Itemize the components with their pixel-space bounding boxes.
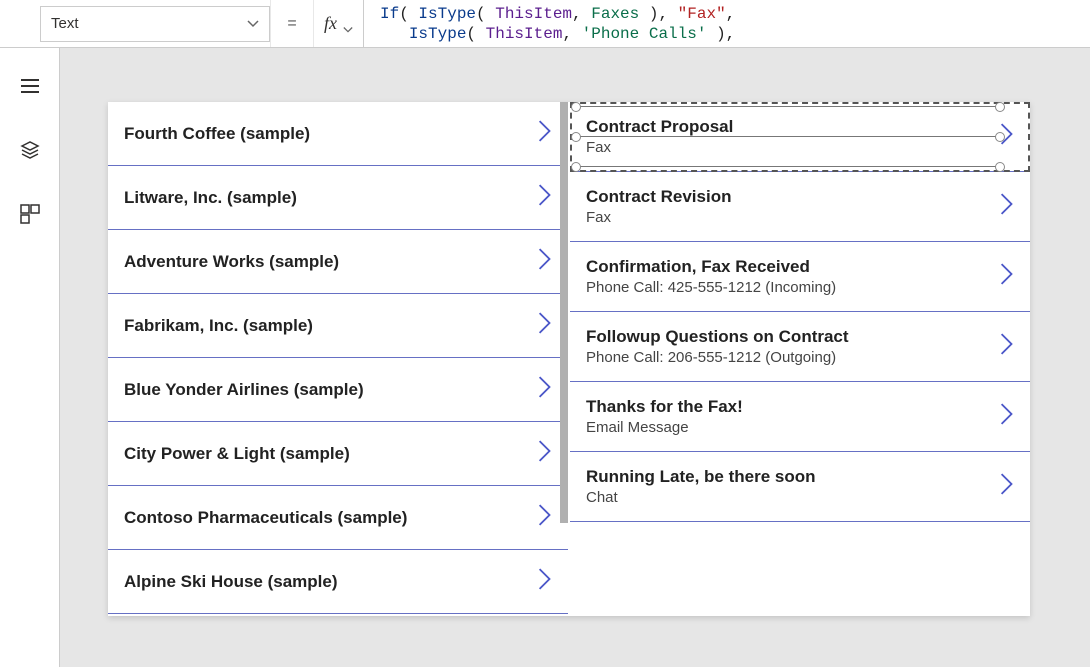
resize-guide <box>576 166 1000 167</box>
chevron-right-icon[interactable] <box>536 309 554 342</box>
activity-title: Contract Revision <box>586 187 731 207</box>
account-label: Litware, Inc. (sample) <box>124 188 297 208</box>
fx-label: fx <box>324 13 337 34</box>
app-screen: Fourth Coffee (sample) Litware, Inc. (sam… <box>108 102 1030 616</box>
activity-subtitle: Chat <box>586 489 816 506</box>
hamburger-icon[interactable] <box>16 72 44 100</box>
activity-title: Confirmation, Fax Received <box>586 257 836 277</box>
resize-handle[interactable] <box>571 162 581 172</box>
resize-handle[interactable] <box>995 132 1005 142</box>
account-label: Contoso Pharmaceuticals (sample) <box>124 508 407 528</box>
activity-title: Contract Proposal <box>586 117 733 137</box>
account-row[interactable]: Blue Yonder Airlines (sample) <box>108 358 568 422</box>
chevron-right-icon[interactable] <box>536 245 554 278</box>
formula-input[interactable]: If( IsType( ThisItem, Faxes ), "Fax", Is… <box>364 0 1090 47</box>
resize-guide <box>576 106 1000 107</box>
account-label: Blue Yonder Airlines (sample) <box>124 380 364 400</box>
scrollbar[interactable] <box>560 102 568 523</box>
activity-row[interactable]: Followup Questions on Contract Phone Call… <box>570 312 1030 382</box>
chevron-right-icon[interactable] <box>536 565 554 598</box>
fx-button[interactable]: fx <box>314 0 364 47</box>
activity-subtitle: Phone Call: 425-555-1212 (Incoming) <box>586 279 836 296</box>
resize-guide <box>576 136 1000 137</box>
chevron-right-icon[interactable] <box>998 190 1016 223</box>
account-label: Alpine Ski House (sample) <box>124 572 338 592</box>
activities-gallery[interactable]: Contract Proposal Fax Contract Revision Fax… <box>570 102 1030 616</box>
account-row[interactable]: City Power & Light (sample) <box>108 422 568 486</box>
resize-handle[interactable] <box>995 162 1005 172</box>
components-icon[interactable] <box>16 200 44 228</box>
resize-handle[interactable] <box>995 102 1005 112</box>
activity-subtitle: Phone Call: 206-555-1212 (Outgoing) <box>586 349 849 366</box>
chevron-right-icon[interactable] <box>998 400 1016 433</box>
account-row[interactable]: Fourth Coffee (sample) <box>108 102 568 166</box>
resize-handle[interactable] <box>571 102 581 112</box>
activity-title: Running Late, be there soon <box>586 467 816 487</box>
activity-subtitle: Fax <box>586 139 733 156</box>
account-row[interactable]: Adventure Works (sample) <box>108 230 568 294</box>
account-row[interactable]: Litware, Inc. (sample) <box>108 166 568 230</box>
chevron-down-icon <box>247 18 259 30</box>
activity-row[interactable]: Confirmation, Fax Received Phone Call: 42… <box>570 242 1030 312</box>
activity-title: Followup Questions on Contract <box>586 327 849 347</box>
chevron-right-icon[interactable] <box>998 260 1016 293</box>
property-selector-label: Text <box>51 15 79 32</box>
chevron-right-icon[interactable] <box>536 373 554 406</box>
equals-label: = <box>270 0 314 47</box>
account-row[interactable]: Fabrikam, Inc. (sample) <box>108 294 568 358</box>
accounts-gallery[interactable]: Fourth Coffee (sample) Litware, Inc. (sam… <box>108 102 570 616</box>
account-label: Fourth Coffee (sample) <box>124 124 310 144</box>
tree-view-icon[interactable] <box>16 136 44 164</box>
account-label: Adventure Works (sample) <box>124 252 339 272</box>
activity-subtitle: Email Message <box>586 419 743 436</box>
account-row[interactable]: Contoso Pharmaceuticals (sample) <box>108 486 568 550</box>
activity-subtitle: Fax <box>586 209 731 226</box>
account-label: Fabrikam, Inc. (sample) <box>124 316 313 336</box>
property-selector[interactable]: Text <box>36 6 270 41</box>
chevron-right-icon[interactable] <box>536 117 554 150</box>
account-row[interactable]: Alpine Ski House (sample) <box>108 550 568 614</box>
chevron-right-icon[interactable] <box>998 470 1016 503</box>
activity-row[interactable]: Thanks for the Fax! Email Message <box>570 382 1030 452</box>
left-rail <box>0 48 60 667</box>
design-canvas[interactable]: Fourth Coffee (sample) Litware, Inc. (sam… <box>60 48 1090 667</box>
formula-bar: Text = fx If( IsType( ThisItem, Faxes ),… <box>0 0 1090 48</box>
activity-row[interactable]: Contract Proposal Fax <box>570 102 1030 172</box>
chevron-right-icon[interactable] <box>536 501 554 534</box>
chevron-right-icon[interactable] <box>536 437 554 470</box>
chevron-right-icon[interactable] <box>998 330 1016 363</box>
chevron-down-icon <box>343 19 353 29</box>
chevron-right-icon[interactable] <box>536 181 554 214</box>
account-label: City Power & Light (sample) <box>124 444 350 464</box>
resize-handle[interactable] <box>571 132 581 142</box>
activity-row[interactable]: Running Late, be there soon Chat <box>570 452 1030 522</box>
activity-row[interactable]: Contract Revision Fax <box>570 172 1030 242</box>
activity-title: Thanks for the Fax! <box>586 397 743 417</box>
